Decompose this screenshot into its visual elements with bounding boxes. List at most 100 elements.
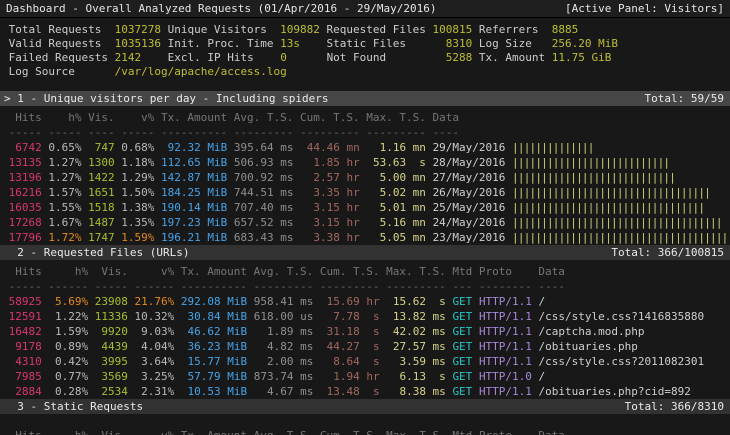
request-row[interactable]: 58925 5.69% 23908 21.76% 292.08 MiB 958.… bbox=[0, 294, 730, 309]
cell-hits: 13196 bbox=[9, 171, 42, 184]
visitor-row[interactable]: 16216 1.57% 1651 1.50% 184.25 MiB 744.51… bbox=[0, 185, 730, 200]
panel-total: Total: 366/100815 bbox=[611, 245, 724, 260]
cell-visitors-percent: 1.38% bbox=[121, 201, 154, 214]
panel-expand-marker-icon bbox=[4, 245, 17, 260]
summary-label: Tx. Amount bbox=[479, 51, 545, 64]
summary-label: Not Found bbox=[327, 51, 387, 64]
cell-visitors: 2534 bbox=[95, 385, 128, 398]
cell-tx-amount: 92.32 MiB bbox=[161, 141, 227, 154]
cell-cum-time: 7.78 s bbox=[320, 310, 380, 323]
cell-url: / bbox=[539, 370, 546, 383]
cell-visitors: 4439 bbox=[95, 340, 128, 353]
cell-tx-amount: 112.65 MiB bbox=[161, 156, 227, 169]
summary-value: 100815 bbox=[433, 23, 473, 36]
hits-bar: |||||||||||||||||||||||||||||||||||| bbox=[512, 216, 722, 229]
panel-header-2[interactable]: 2 - Requested Files (URLs) Total: 366/100… bbox=[0, 245, 730, 260]
cell-hits-percent: 1.27% bbox=[48, 156, 81, 169]
summary-label: Unique Visitors bbox=[168, 23, 267, 36]
visitor-row[interactable]: 17796 1.72% 1747 1.59% 196.21 MiB 683.43… bbox=[0, 230, 730, 245]
goaccess-dashboard: Dashboard - Overall Analyzed Requests (0… bbox=[0, 0, 730, 435]
cell-protocol: HTTP/1.1 bbox=[479, 340, 532, 353]
summary-value: 256.20 MiB bbox=[552, 37, 618, 50]
visitor-row[interactable]: 17268 1.67% 1487 1.35% 197.23 MiB 657.52… bbox=[0, 215, 730, 230]
summary-overall: Total Requests 1037278 Unique Visitors 1… bbox=[0, 18, 730, 79]
request-row[interactable]: 12591 1.22% 11336 10.32% 30.84 MiB 618.0… bbox=[0, 309, 730, 324]
cell-hits: 4310 bbox=[9, 355, 42, 368]
panel-title: 2 - Requested Files (URLs) bbox=[17, 246, 189, 259]
panel-header-3[interactable]: 3 - Static RequestsTotal: 366/8310 bbox=[0, 399, 730, 414]
cell-cum-time: 3.15 hr bbox=[300, 216, 360, 229]
cell-protocol: HTTP/1.1 bbox=[479, 295, 532, 308]
cell-visitors: 23908 bbox=[95, 295, 128, 308]
cell-cum-time: 31.18 s bbox=[320, 325, 380, 338]
hits-bar: |||||||||||||||||||||||||||||||||| bbox=[512, 186, 710, 199]
cell-tx-amount: 15.77 MiB bbox=[181, 355, 247, 368]
visitor-row[interactable]: 13135 1.27% 1300 1.18% 112.65 MiB 506.93… bbox=[0, 155, 730, 170]
panel-header-1[interactable]: > 1 - Unique visitors per day - Includin… bbox=[0, 91, 730, 106]
cell-tx-amount: 36.23 MiB bbox=[181, 340, 247, 353]
cell-avg-time: 744.51 ms bbox=[234, 186, 294, 199]
cell-max-time: 5.01 mn bbox=[366, 201, 426, 214]
cell-visitors: 747 bbox=[88, 141, 115, 154]
cell-hits: 17268 bbox=[9, 216, 42, 229]
summary-label: Static Files bbox=[327, 37, 406, 50]
cell-hits-percent: 5.69% bbox=[48, 295, 88, 308]
cell-hits-percent: 1.72% bbox=[48, 231, 81, 244]
cell-protocol: HTTP/1.1 bbox=[479, 310, 532, 323]
cell-hits-percent: 1.55% bbox=[48, 201, 81, 214]
cell-tx-amount: 184.25 MiB bbox=[161, 186, 227, 199]
cell-max-time: 1.16 mn bbox=[366, 141, 426, 154]
summary-value: /var/log/apache/access.log bbox=[115, 65, 287, 78]
visitor-row[interactable]: 6742 0.65% 747 0.68% 92.32 MiB 395.64 ms… bbox=[0, 140, 730, 155]
cell-tx-amount: 142.87 MiB bbox=[161, 171, 227, 184]
request-row[interactable]: 16482 1.59% 9920 9.03% 46.62 MiB 1.89 ms… bbox=[0, 324, 730, 339]
cell-visitors: 1422 bbox=[88, 171, 115, 184]
cell-hits: 17796 bbox=[9, 231, 42, 244]
cell-cum-time: 3.38 hr bbox=[300, 231, 360, 244]
cell-tx-amount: 57.79 MiB bbox=[181, 370, 247, 383]
column-headers: Hits h% Vis. v% Tx. Amount Avg. T.S. Cum… bbox=[0, 428, 730, 435]
panel-header-left: 3 - Static Requests bbox=[4, 399, 143, 414]
panel-2: 2 - Requested Files (URLs) Total: 366/100… bbox=[0, 245, 730, 399]
page-title: Dashboard - Overall Analyzed Requests (0… bbox=[6, 0, 436, 17]
summary-line: Total Requests 1037278 Unique Visitors 1… bbox=[0, 23, 730, 37]
cell-max-time: 5.02 mn bbox=[366, 186, 426, 199]
cell-cum-time: 44.27 s bbox=[320, 340, 380, 353]
request-row[interactable]: 9178 0.89% 4439 4.04% 36.23 MiB 4.82 ms … bbox=[0, 339, 730, 354]
summary-label: Log Source bbox=[9, 65, 75, 78]
cell-tx-amount: 196.21 MiB bbox=[161, 231, 227, 244]
cell-max-time: 15.62 s bbox=[386, 295, 446, 308]
cell-max-time: 8.38 ms bbox=[386, 385, 446, 398]
cell-avg-time: 506.93 ms bbox=[234, 156, 294, 169]
cell-max-time: 13.82 ms bbox=[386, 310, 446, 323]
visitor-row[interactable]: 16035 1.55% 1518 1.38% 190.14 MiB 707.40… bbox=[0, 200, 730, 215]
cell-max-time: 5.05 mn bbox=[366, 231, 426, 244]
cell-visitors-percent: 3.64% bbox=[135, 355, 175, 368]
cell-avg-time: 618.00 us bbox=[254, 310, 314, 323]
cell-hits-percent: 0.89% bbox=[48, 340, 88, 353]
cell-visitors-percent: 1.35% bbox=[121, 216, 154, 229]
cell-hits-percent: 1.67% bbox=[48, 216, 81, 229]
cell-visitors-percent: 1.29% bbox=[121, 171, 154, 184]
active-panel-indicator: [Active Panel: Visitors] bbox=[565, 0, 724, 17]
summary-label: Requested Files bbox=[327, 23, 426, 36]
cell-data: 28/May/2016 bbox=[433, 156, 506, 169]
cell-avg-time: 873.74 ms bbox=[254, 370, 314, 383]
cell-data: 27/May/2016 bbox=[433, 171, 506, 184]
request-row[interactable]: 7985 0.77% 3569 3.25% 57.79 MiB 873.74 m… bbox=[0, 369, 730, 384]
request-row[interactable]: 2884 0.28% 2534 2.31% 10.53 MiB 4.67 ms … bbox=[0, 384, 730, 399]
cell-visitors-percent: 1.50% bbox=[121, 186, 154, 199]
cell-avg-time: 1.89 ms bbox=[254, 325, 314, 338]
summary-line: Valid Requests 1035136 Init. Proc. Time … bbox=[0, 37, 730, 51]
summary-value: 0 bbox=[280, 51, 287, 64]
cell-cum-time: 3.35 hr bbox=[300, 186, 360, 199]
summary-value: 13s bbox=[280, 37, 300, 50]
cell-data: 26/May/2016 bbox=[433, 186, 506, 199]
visitor-row[interactable]: 13196 1.27% 1422 1.29% 142.87 MiB 700.92… bbox=[0, 170, 730, 185]
cell-hits: 7985 bbox=[9, 370, 42, 383]
cell-cum-time: 2.57 hr bbox=[300, 171, 360, 184]
request-row[interactable]: 4310 0.42% 3995 3.64% 15.77 MiB 2.00 ms … bbox=[0, 354, 730, 369]
summary-value: 8310 bbox=[446, 37, 473, 50]
cell-hits-percent: 1.59% bbox=[48, 325, 88, 338]
cell-visitors-percent: 4.04% bbox=[135, 340, 175, 353]
